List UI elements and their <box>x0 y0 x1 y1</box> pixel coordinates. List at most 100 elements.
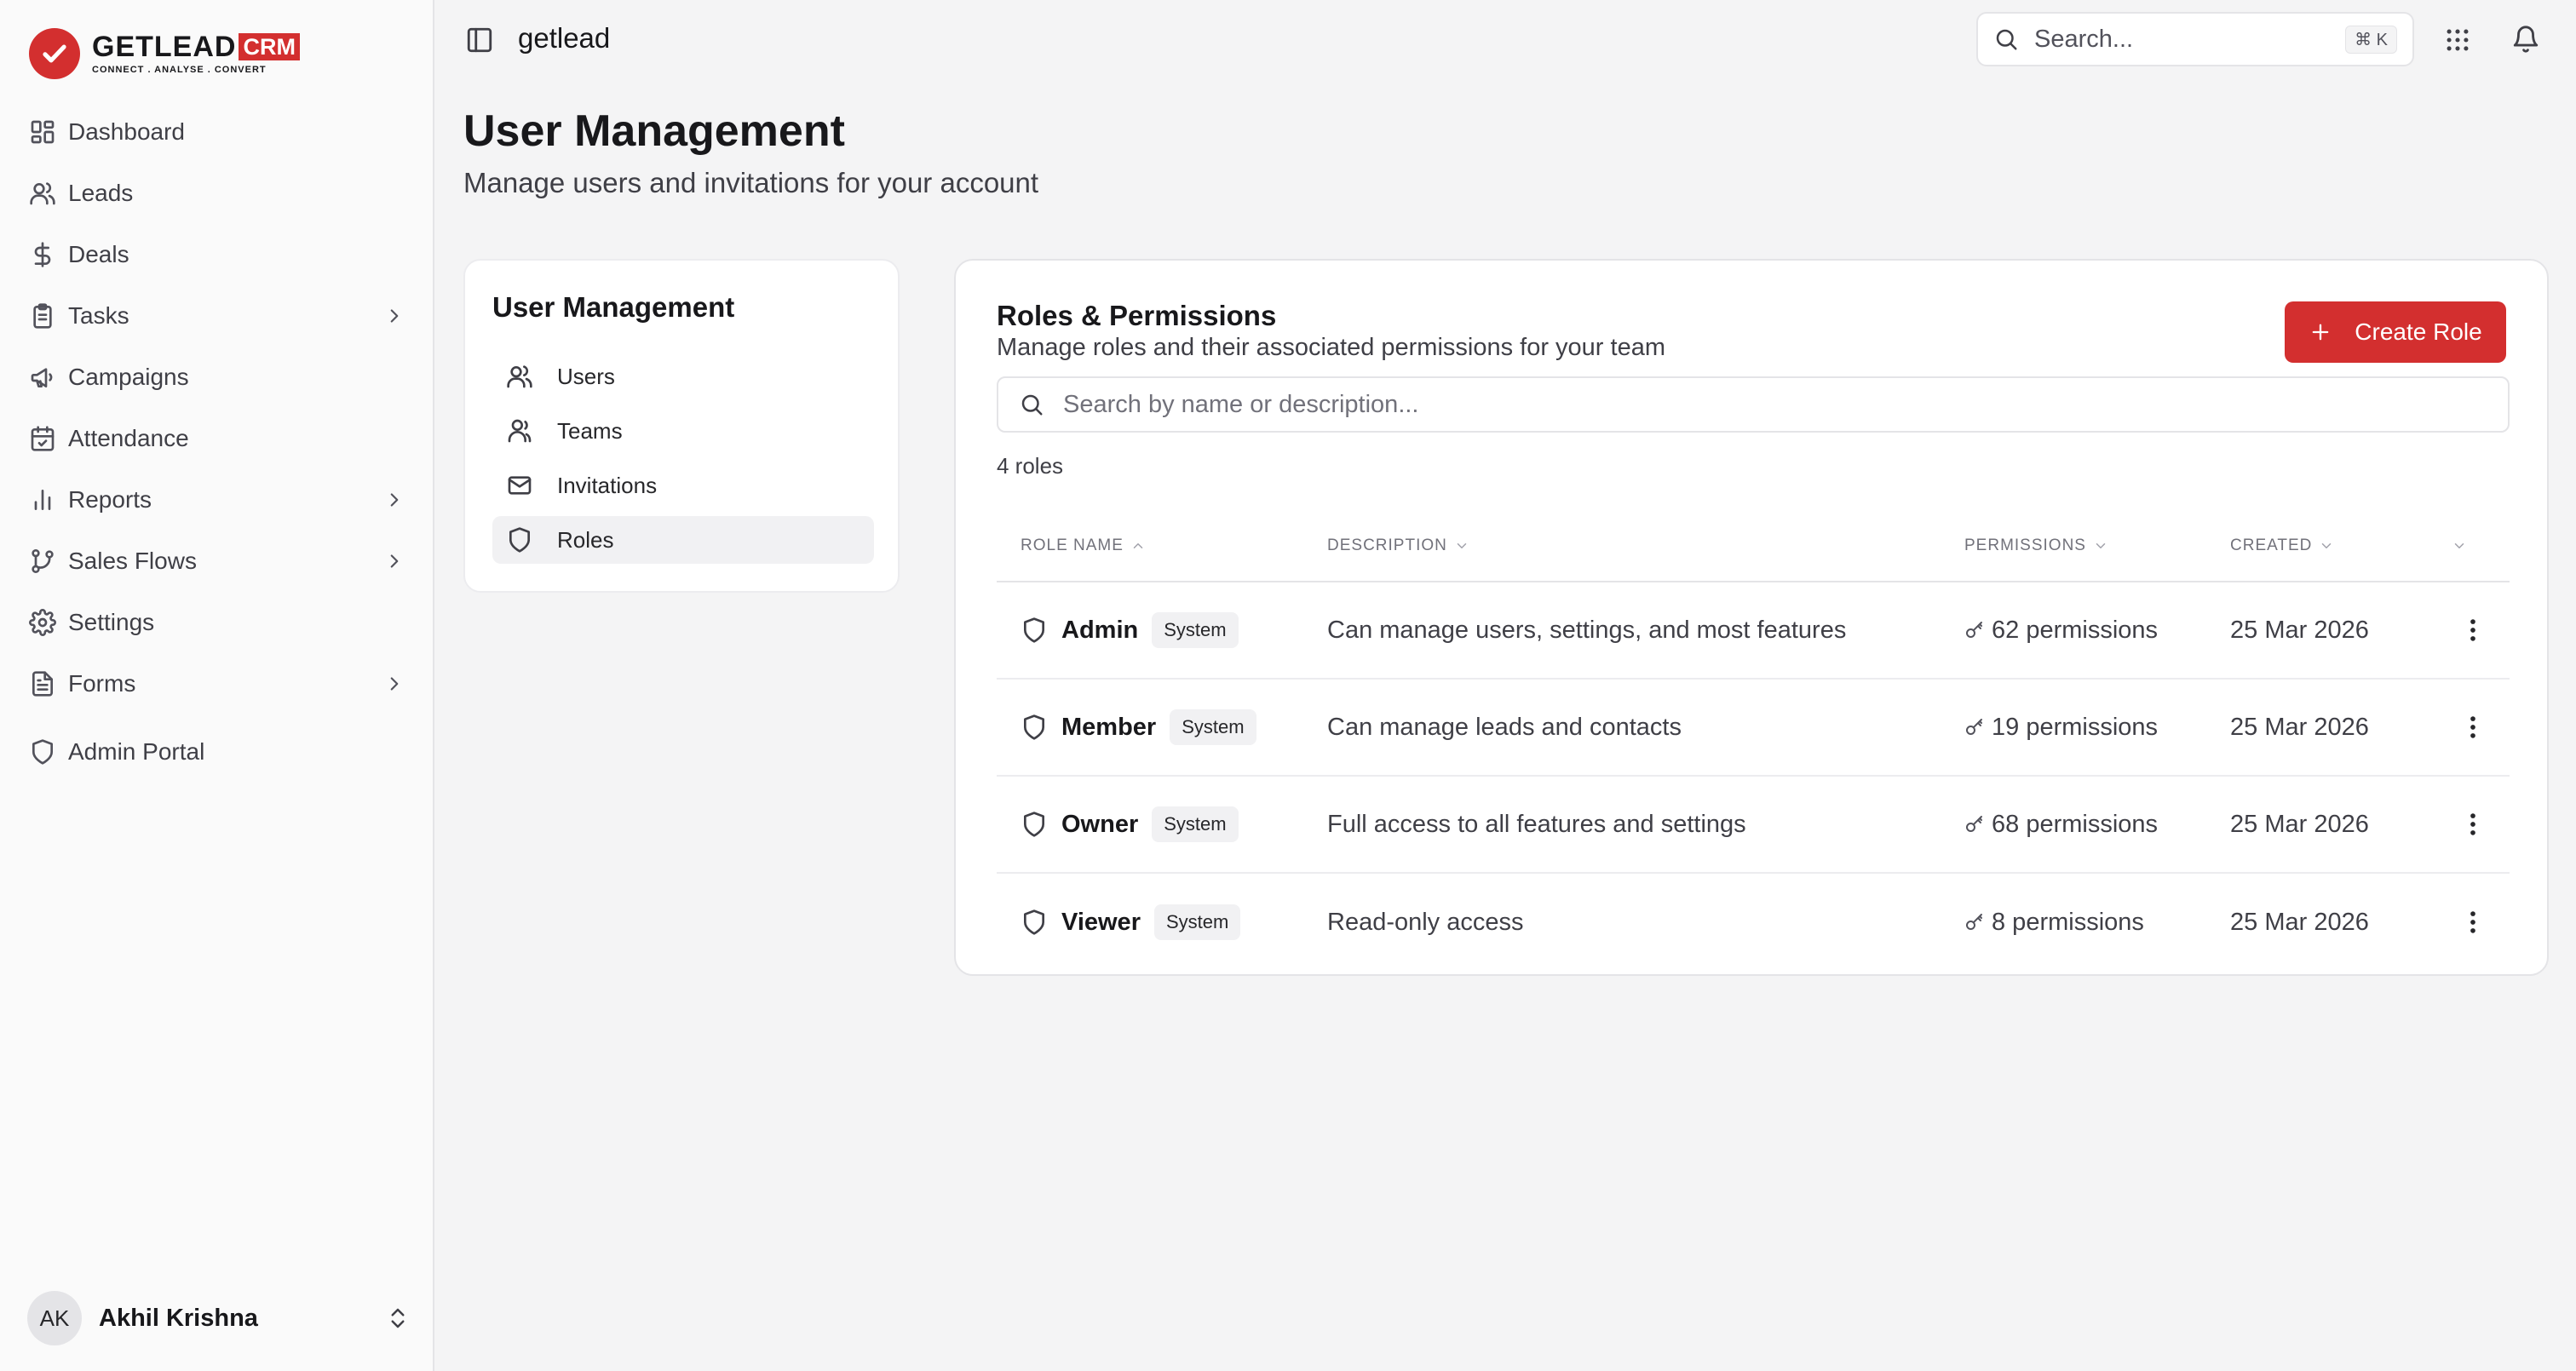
column-header-label: ROLE NAME <box>1021 536 1124 554</box>
column-header-permissions[interactable]: PERMISSIONS <box>1964 536 2108 555</box>
table-row[interactable]: Owner System Full access to all features… <box>997 777 2510 874</box>
nav-item-teams[interactable]: Teams <box>492 407 874 455</box>
bar-chart-icon <box>34 490 51 510</box>
shield-icon <box>1024 714 1044 740</box>
brand-logo[interactable]: GETLEAD CRM CONNECT . ANALYSE . CONVERT <box>29 27 300 80</box>
sidebar-item-admin-portal[interactable]: Admin Portal <box>14 726 421 778</box>
role-name: Owner <box>1061 810 1139 838</box>
permissions-count: 68 permissions <box>1992 810 2159 838</box>
table-row[interactable]: Member System Can manage leads and conta… <box>997 680 2510 777</box>
page-title: User Management <box>463 106 845 156</box>
chevron-right-icon <box>390 677 399 691</box>
apps-grid-icon[interactable] <box>2443 26 2472 54</box>
sidebar: GETLEAD CRM CONNECT . ANALYSE . CONVERT … <box>0 0 434 1371</box>
sidebar-item-deals[interactable]: Deals <box>14 228 421 281</box>
column-header-description[interactable]: DESCRIPTION <box>1327 536 1469 555</box>
role-name: Viewer <box>1061 908 1141 936</box>
sidebar-item-label: Dashboard <box>68 118 185 145</box>
role-count: 4 roles <box>997 453 1064 479</box>
search-icon <box>1021 394 1043 416</box>
column-header-label: PERMISSIONS <box>1964 536 2086 554</box>
grid-icon <box>31 120 55 144</box>
role-name-cell: Owner System <box>1021 806 1239 842</box>
more-vertical-icon[interactable] <box>2458 810 2487 839</box>
clipboard-icon <box>33 303 52 329</box>
nav-item-roles[interactable]: Roles <box>492 516 874 564</box>
create-role-button[interactable]: Create Role <box>2285 301 2506 363</box>
page-subtitle: Manage users and invitations for your ac… <box>463 167 1039 198</box>
sidebar-item-leads[interactable]: Leads <box>14 167 421 220</box>
user-management-nav-card: User Management Users Teams Invitations … <box>463 259 900 593</box>
team-icon <box>508 419 532 443</box>
avatar: AK <box>27 1291 82 1345</box>
chevrons-up-down-icon <box>391 1308 405 1328</box>
sidebar-item-campaigns[interactable]: Campaigns <box>14 351 421 404</box>
plus-icon <box>2312 324 2329 341</box>
nav-item-label: Teams <box>557 417 623 444</box>
nav-item-label: Invitations <box>557 472 658 498</box>
shield-icon <box>1024 909 1044 935</box>
role-name-cell: Viewer System <box>1021 904 1241 940</box>
table-header: ROLE NAME DESCRIPTION PERMISSIONS CREATE… <box>997 511 2510 582</box>
megaphone-icon <box>31 368 53 387</box>
sidebar-item-label: Attendance <box>68 425 189 451</box>
users-icon <box>30 182 55 205</box>
role-permissions: 19 permissions <box>1964 714 2158 742</box>
roles-permissions-card: Roles & Permissions Manage roles and the… <box>954 259 2549 976</box>
user-menu[interactable]: AK Akhil Krishna <box>27 1291 411 1345</box>
sidebar-item-reports[interactable]: Reports <box>14 473 421 526</box>
global-search[interactable]: Search... ⌘ K <box>1976 12 2414 66</box>
shield-icon <box>32 739 53 765</box>
brand-text: GETLEAD CRM CONNECT . ANALYSE . CONVERT <box>92 32 300 75</box>
bell-icon[interactable] <box>2511 24 2540 54</box>
brand-word: GETLEAD <box>92 31 237 63</box>
dollar-icon <box>34 242 51 267</box>
permissions-count: 8 permissions <box>1992 908 2144 936</box>
create-role-label: Create Role <box>2355 318 2482 345</box>
table-row[interactable]: Admin System Can manage users, settings,… <box>997 582 2510 680</box>
sidebar-item-sales-flows[interactable]: Sales Flows <box>14 535 421 588</box>
key-icon <box>1966 816 1982 832</box>
column-header-created[interactable]: CREATED <box>2230 536 2334 555</box>
table-row[interactable]: Viewer System Read-only access 8 permiss… <box>997 874 2510 971</box>
role-description: Can manage users, settings, and most fea… <box>1327 616 1847 644</box>
more-vertical-icon[interactable] <box>2458 713 2487 742</box>
sidebar-item-label: Sales Flows <box>68 548 197 574</box>
sidebar-item-label: Settings <box>68 609 155 635</box>
checkmark-logo-icon <box>29 28 80 79</box>
more-vertical-icon[interactable] <box>2458 908 2487 937</box>
role-search-input[interactable] <box>1063 390 2487 419</box>
sidebar-item-settings[interactable]: Settings <box>14 596 421 649</box>
sidebar-toggle-icon[interactable] <box>465 26 494 54</box>
column-options-toggle[interactable] <box>2445 538 2467 554</box>
git-branch-icon <box>32 549 54 573</box>
nav-item-invitations[interactable]: Invitations <box>492 462 874 509</box>
sidebar-item-label: Tasks <box>68 302 129 329</box>
system-badge: System <box>1152 806 1239 842</box>
role-created-date: 25 Mar 2026 <box>2230 908 2369 936</box>
sidebar-item-dashboard[interactable]: Dashboard <box>14 106 421 158</box>
sidebar-nav: Dashboard Leads Deals Tasks Campaigns At… <box>14 106 421 787</box>
chevron-down-icon <box>2454 543 2464 548</box>
sidebar-item-label: Deals <box>68 241 129 267</box>
sidebar-item-forms[interactable]: Forms <box>14 657 421 710</box>
sidebar-item-tasks[interactable]: Tasks <box>14 290 421 342</box>
sidebar-item-attendance[interactable]: Attendance <box>14 412 421 465</box>
more-vertical-icon[interactable] <box>2458 616 2487 645</box>
role-description: Read-only access <box>1327 908 1524 936</box>
key-icon <box>1966 719 1982 735</box>
role-description: Can manage leads and contacts <box>1327 713 1682 741</box>
mail-icon <box>508 476 532 495</box>
chevron-down-icon <box>1457 543 1467 548</box>
shortcut-hint: ⌘ K <box>2345 25 2397 54</box>
column-header-role-name[interactable]: ROLE NAME <box>1021 536 1146 555</box>
permissions-count: 62 permissions <box>1992 616 2159 644</box>
search-icon <box>1996 29 2017 50</box>
file-text-icon <box>32 671 53 697</box>
role-name-cell: Admin System <box>1021 612 1239 648</box>
key-icon <box>1966 622 1982 638</box>
gear-icon <box>29 609 56 636</box>
nav-item-users[interactable]: Users <box>492 353 874 400</box>
role-name: Admin <box>1061 616 1139 644</box>
